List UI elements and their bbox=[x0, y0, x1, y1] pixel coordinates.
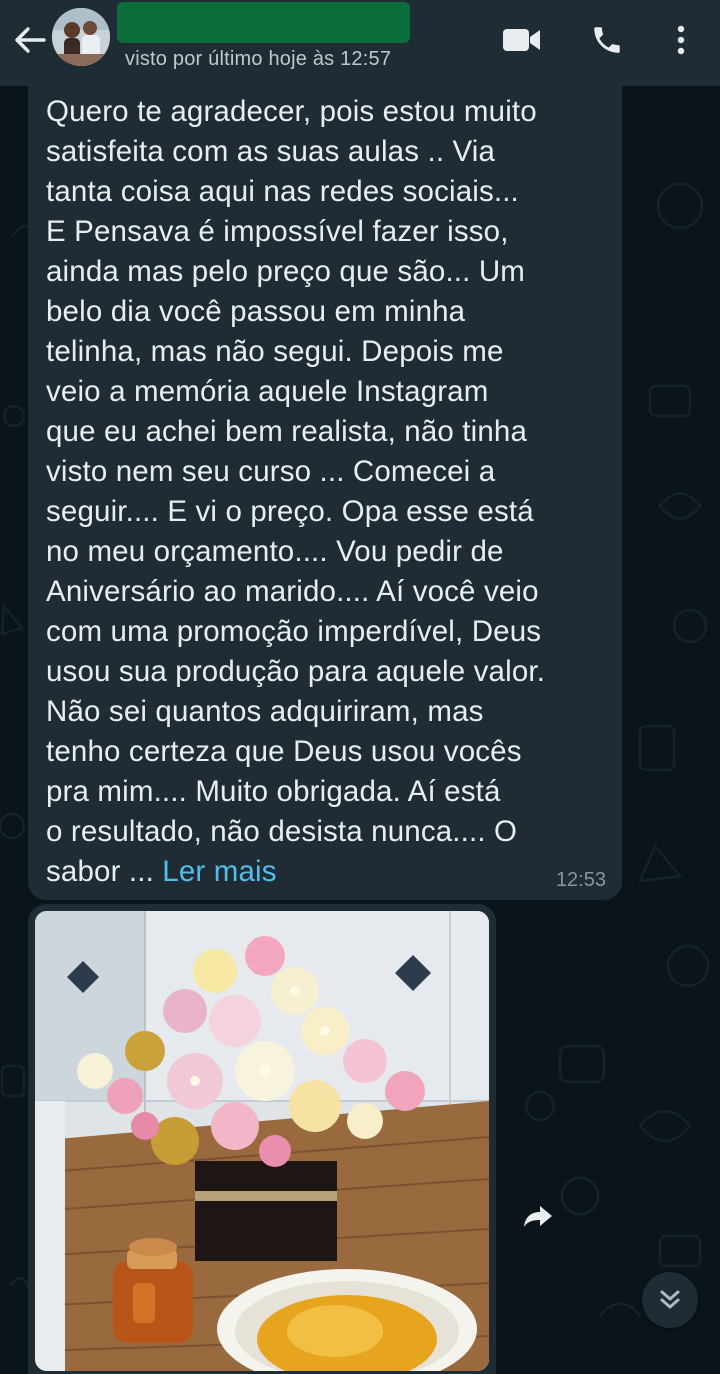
phone-icon bbox=[594, 27, 620, 53]
message-timestamp: 12:53 bbox=[555, 869, 606, 891]
read-more-link[interactable]: Ler mais bbox=[162, 855, 276, 888]
incoming-message-bubble[interactable]: Quero te agradecer, pois estou muito sat… bbox=[28, 86, 622, 900]
back-button[interactable] bbox=[8, 20, 52, 60]
forward-button[interactable] bbox=[515, 1193, 561, 1239]
double-chevron-down-icon bbox=[660, 1290, 680, 1309]
message-photo[interactable] bbox=[35, 911, 489, 1371]
back-arrow-icon bbox=[15, 27, 46, 53]
incoming-image-bubble[interactable] bbox=[28, 904, 496, 1374]
last-seen-status: visto por último hoje às 12:57 bbox=[125, 48, 392, 70]
message-body: Quero te agradecer, pois estou muito sat… bbox=[46, 95, 546, 888]
contact-avatar[interactable] bbox=[52, 8, 110, 66]
chat-header: visto por último hoje às 12:57 bbox=[0, 0, 720, 86]
more-vertical-icon bbox=[677, 25, 685, 55]
scroll-to-bottom-button[interactable] bbox=[642, 1272, 698, 1328]
forward-icon bbox=[524, 1206, 552, 1227]
message-text: Quero te agradecer, pois estou muito sat… bbox=[46, 92, 610, 892]
contact-name-redacted[interactable] bbox=[117, 2, 410, 43]
video-call-icon bbox=[503, 29, 540, 51]
video-call-button[interactable] bbox=[500, 18, 544, 62]
more-options-button[interactable] bbox=[659, 18, 703, 62]
voice-call-button[interactable] bbox=[585, 18, 629, 62]
